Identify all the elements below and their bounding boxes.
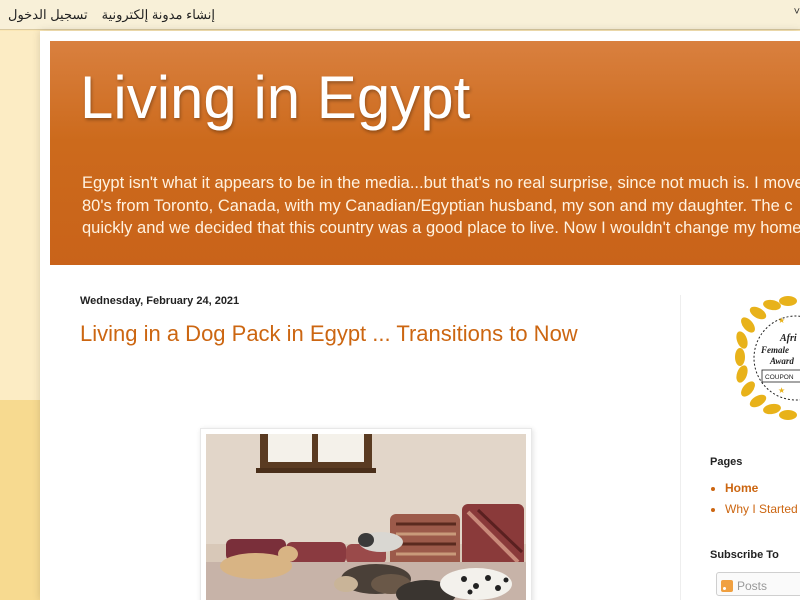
column-divider [680,295,681,600]
award-text: Afri [779,333,797,344]
award-text: Award [769,356,794,366]
page-background-left-lower [0,400,40,600]
blog-description-line: 80's from Toronto, Canada, with my Canad… [82,196,793,215]
navbar-links: إنشاء مدونة إلكترونية تسجيل الدخول [8,7,215,23]
award-text: Female [760,345,789,355]
pages-widget-title: Pages [710,456,743,468]
post-title[interactable]: Living in a Dog Pack in Egypt ... Transi… [80,321,660,347]
subscribe-posts-button[interactable]: Posts [716,572,800,596]
blog-title[interactable]: Living in Egypt [80,63,470,132]
award-text: COUPON [765,374,794,381]
page-link-why-i-started[interactable]: Why I Started [725,502,798,516]
blogger-navbar: إنشاء مدونة إلكترونية تسجيل الدخول ˅ [0,0,800,30]
dogs-on-couch-image[interactable] [206,434,526,600]
page-link-home[interactable]: Home [725,481,798,495]
chevron-down-icon[interactable]: ˅ [794,6,800,18]
svg-text:★: ★ [778,316,785,325]
award-badge[interactable]: ★ ★ Afri Female Award COUPON [734,295,800,423]
post-image-frame [200,428,532,600]
subscribe-posts-label: Posts [737,579,768,593]
main-column: Wednesday, February 24, 2021 Living in a… [80,290,660,600]
post-date: Wednesday, February 24, 2021 [80,295,240,307]
sidebar: ★ ★ Afri Female Award COUPON Pages Home … [710,295,800,600]
rss-feed-icon [721,580,733,592]
pages-list: Home Why I Started [725,481,798,523]
blog-description: Egypt isn't what it appears to be in the… [82,172,800,240]
subscribe-widget-title: Subscribe To [710,549,779,561]
create-blog-link[interactable]: إنشاء مدونة إلكترونية [102,7,215,23]
blog-description-line: Egypt isn't what it appears to be in the… [82,174,800,192]
sign-in-link[interactable]: تسجيل الدخول [8,7,88,23]
svg-text:★: ★ [778,386,785,395]
page-background-left [0,31,40,401]
blog-description-line: quickly and we decided that this country… [82,219,800,237]
blog-header: Living in Egypt Egypt isn't what it appe… [50,41,800,265]
